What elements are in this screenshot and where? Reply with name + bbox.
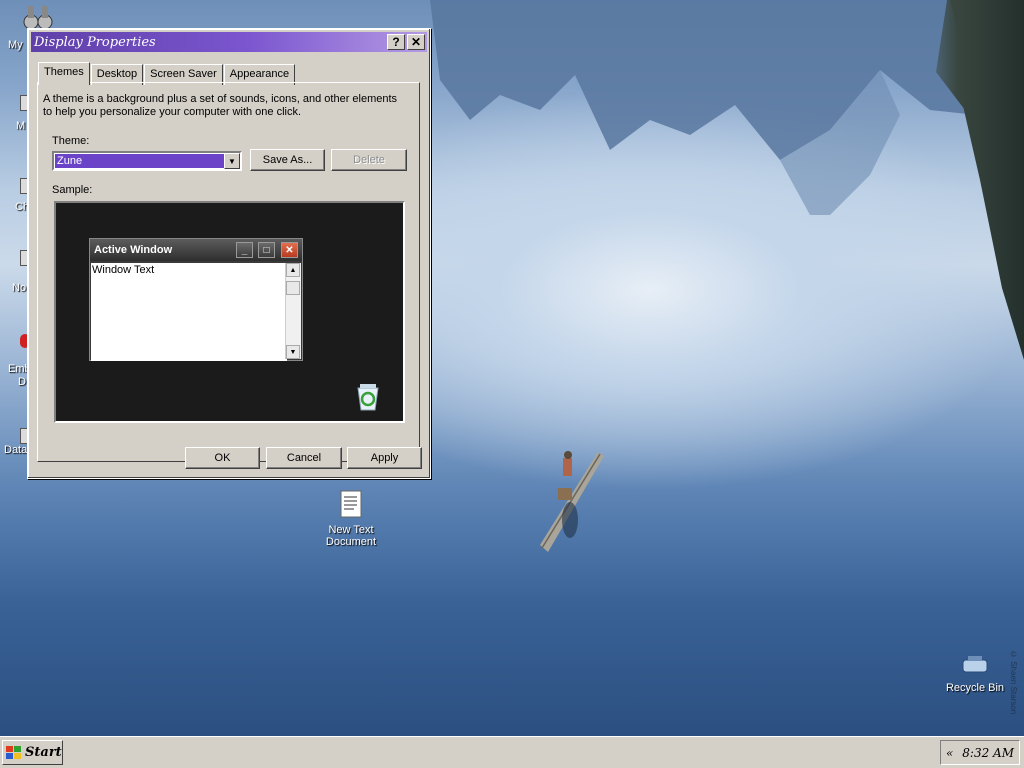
sample-scrollbar: ▲ ▼ xyxy=(285,263,301,359)
tab-themes[interactable]: Themes xyxy=(38,62,90,85)
sample-active-window: Active Window _ □ ✕ Window Text ▲ ▼ xyxy=(89,238,303,361)
recycle-bin-icon xyxy=(357,384,379,411)
text-document-icon xyxy=(335,488,367,520)
sample-label: Sample: xyxy=(52,184,93,196)
taskbar: Start « 8:32 AM xyxy=(0,736,1024,768)
apply-button[interactable]: Apply xyxy=(347,447,422,469)
ok-button[interactable]: OK xyxy=(185,447,260,469)
scroll-down-icon: ▼ xyxy=(286,345,300,359)
theme-select-value: Zune xyxy=(55,154,227,168)
desktop-icon-label: Recycle Bin xyxy=(945,682,1005,694)
desktop-icon-text-document[interactable]: New Text Document xyxy=(311,488,391,548)
windows-logo-icon xyxy=(6,745,21,759)
desktop-icon-label[interactable]: Data xyxy=(4,444,27,456)
close-icon: ✕ xyxy=(281,242,298,258)
save-as-button[interactable]: Save As... xyxy=(250,149,325,171)
scroll-thumb xyxy=(286,281,300,295)
minimize-icon: _ xyxy=(236,242,253,258)
delete-button[interactable]: Delete xyxy=(331,149,407,171)
theme-sample-preview: Active Window _ □ ✕ Window Text ▲ ▼ xyxy=(54,201,405,423)
desktop-icon-recycle-bin[interactable]: Recycle Bin xyxy=(935,654,1015,694)
tray-expand-button[interactable]: « xyxy=(946,746,953,760)
desktop-icon-label[interactable]: M xyxy=(16,120,25,132)
maximize-icon: □ xyxy=(258,242,275,258)
sample-window-titlebar: Active Window _ □ ✕ xyxy=(90,239,302,261)
help-button[interactable]: ? xyxy=(387,34,405,50)
theme-description: A theme is a background plus a set of so… xyxy=(43,93,398,118)
chevron-down-icon[interactable]: ▼ xyxy=(224,153,240,169)
tab-bar: Themes Desktop Screen Saver Appearance xyxy=(38,62,296,85)
theme-label: Theme: xyxy=(52,135,90,147)
display-properties-dialog: Display Properties ? ✕ Themes Desktop Sc… xyxy=(27,28,431,479)
desktop-icon-label[interactable]: No xyxy=(12,282,26,294)
system-tray: « 8:32 AM xyxy=(940,740,1020,765)
desktop-icon-label[interactable]: My xyxy=(8,39,23,51)
desktop-icon-label: New Text xyxy=(328,524,374,536)
wallpaper-watermark: © Shaen Starson xyxy=(1009,650,1018,715)
sample-window-body: Window Text xyxy=(91,263,287,361)
scroll-up-icon: ▲ xyxy=(286,263,300,277)
cancel-button[interactable]: Cancel xyxy=(266,447,342,469)
theme-select[interactable]: Zune ▼ xyxy=(52,151,242,171)
sample-window-title: Active Window xyxy=(94,244,173,256)
desktop-icon-label: Document xyxy=(325,536,377,548)
dialog-title: Display Properties xyxy=(34,34,156,50)
start-button[interactable]: Start xyxy=(2,740,63,765)
recycle-bin-icon xyxy=(959,654,991,678)
desktop-icon-label[interactable]: D xyxy=(18,376,26,388)
clock[interactable]: 8:32 AM xyxy=(962,746,1014,760)
bamboo-raft xyxy=(540,451,604,552)
close-button[interactable]: ✕ xyxy=(407,34,425,50)
start-label: Start xyxy=(25,745,62,760)
dialog-titlebar[interactable]: Display Properties ? ✕ xyxy=(31,32,427,52)
